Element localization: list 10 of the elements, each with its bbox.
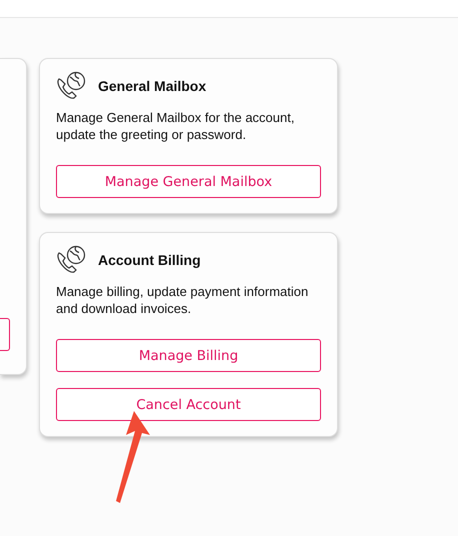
action-button[interactable]: Manage Billing [56,339,321,372]
card-description: Manage billing, update payment information and download invoices. [56,283,310,317]
card-title: Account Billing [98,252,201,268]
card-description: Manage General Mailbox for the account, update the greeting or password. [56,109,296,143]
phone-globe-icon [56,71,88,101]
card-button[interactable] [0,318,10,351]
action-button[interactable]: Cancel Account [56,388,321,421]
phone-globe-icon [56,245,88,275]
card-title: General Mailbox [98,78,206,94]
action-button[interactable]: Manage General Mailbox [56,165,321,198]
